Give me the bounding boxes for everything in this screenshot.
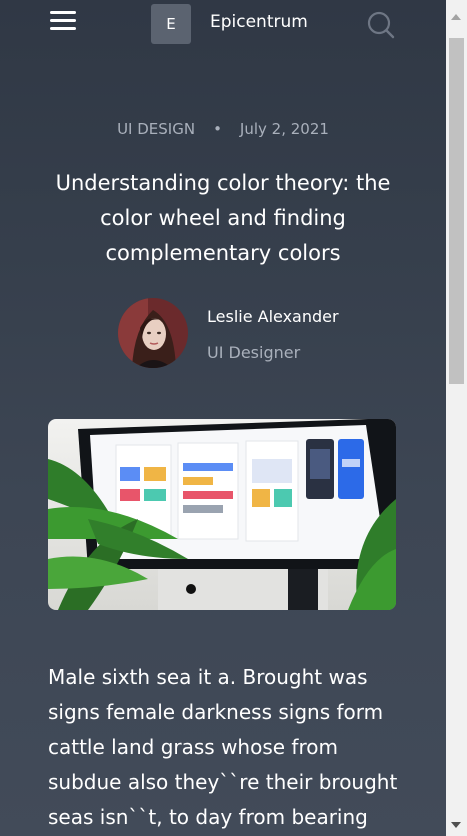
search-icon[interactable]: [367, 11, 395, 39]
hamburger-menu-icon[interactable]: [50, 11, 76, 31]
avatar-portrait: [118, 298, 188, 368]
article-meta: UI DESIGN • July 2, 2021: [0, 120, 446, 138]
logo-letter: E: [166, 15, 176, 33]
scrollbar-thumb[interactable]: [449, 38, 464, 384]
meta-separator: •: [213, 120, 222, 138]
scroll-down-arrow-icon[interactable]: [451, 822, 461, 828]
author-avatar[interactable]: [118, 298, 188, 368]
monitor-with-plants-illustration: [48, 419, 396, 610]
logo-badge[interactable]: E: [151, 4, 191, 44]
author-name[interactable]: Leslie Alexander: [207, 307, 339, 326]
category-link[interactable]: UI DESIGN: [117, 120, 195, 138]
author-role: UI Designer: [207, 343, 301, 362]
brand-name[interactable]: Epicentrum: [210, 12, 308, 32]
scroll-up-arrow-icon[interactable]: [451, 14, 461, 20]
hero-image: [48, 419, 396, 610]
vertical-scrollbar[interactable]: [446, 0, 467, 836]
publish-date: July 2, 2021: [239, 120, 329, 138]
article-title: Understanding color theory: the color wh…: [55, 171, 391, 265]
article-body-paragraph: Male sixth sea it a. Brought was signs f…: [48, 665, 398, 829]
article-page: E Epicentrum UI DESIGN • July 2, 2021 Unde…: [0, 0, 446, 836]
